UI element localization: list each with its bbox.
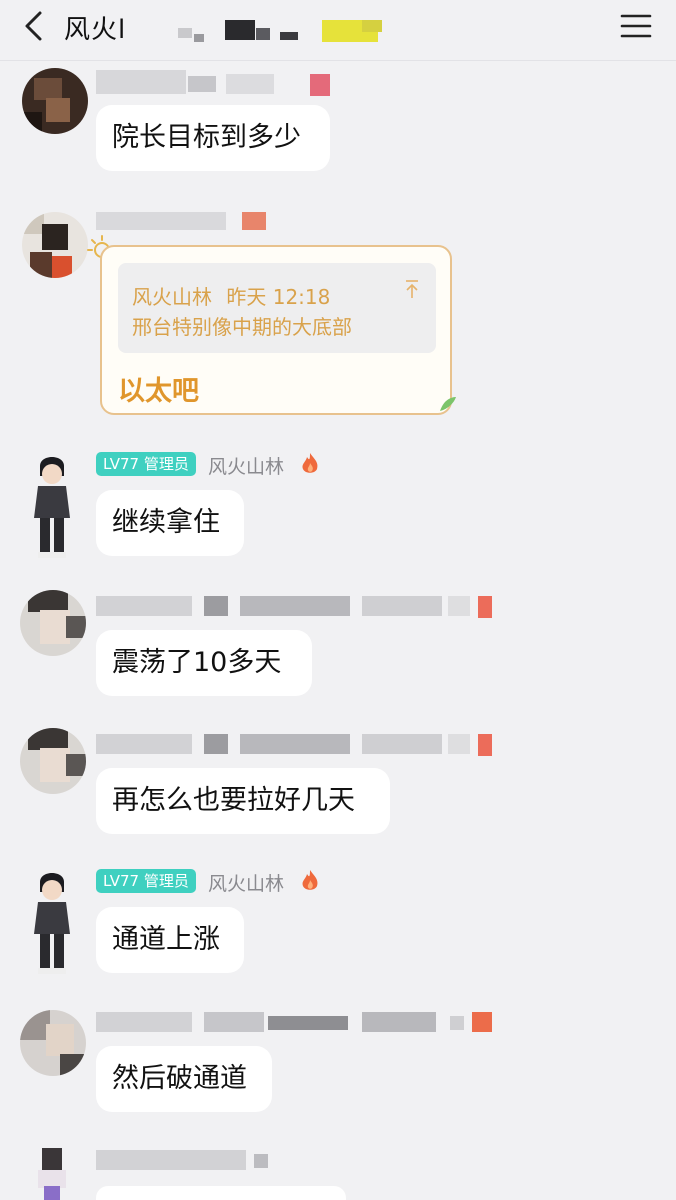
quoted-time: 昨天 12:18 xyxy=(226,285,331,309)
avatar[interactable] xyxy=(20,1010,86,1076)
avatar[interactable] xyxy=(22,68,88,134)
message-bubble[interactable]: 通道上涨 xyxy=(96,907,244,973)
avatar[interactable] xyxy=(22,212,88,278)
quoted-sender: 风火山林 xyxy=(132,285,212,309)
message-bubble[interactable]: 院长目标到多少 xyxy=(96,105,330,171)
reply-message-card[interactable]: 风火山林 昨天 12:18 邢台特别像中期的大底部 以太吧 xyxy=(100,245,456,415)
message-bubble[interactable] xyxy=(96,1186,346,1200)
quoted-text: 邢台特别像中期的大底部 xyxy=(132,315,352,339)
message-bubble[interactable]: 然后破通道 xyxy=(96,1046,272,1112)
chevron-left-icon[interactable] xyxy=(20,10,50,42)
sender-name[interactable]: 风火山林 xyxy=(208,452,284,479)
avatar[interactable] xyxy=(20,590,86,656)
avatar[interactable] xyxy=(28,1148,76,1200)
hamburger-menu-icon[interactable] xyxy=(620,13,652,39)
reply-text: 以太吧 xyxy=(118,376,199,407)
sender-name[interactable]: 风火山林 xyxy=(208,869,284,896)
quoted-header: 风火山林 昨天 12:18 xyxy=(132,281,330,310)
fire-icon xyxy=(302,870,318,890)
message-bubble[interactable]: 再怎么也要拉好几天 xyxy=(96,768,390,834)
level-badge: LV77 管理员 xyxy=(96,452,196,476)
chat-header: 风火l xyxy=(0,0,676,61)
avatar[interactable] xyxy=(28,452,76,560)
arrow-up-icon[interactable] xyxy=(404,279,420,299)
level-badge: LV77 管理员 xyxy=(96,869,196,893)
avatar[interactable] xyxy=(28,868,76,976)
message-bubble[interactable]: 震荡了10多天 xyxy=(96,630,312,696)
fire-icon xyxy=(302,453,318,473)
avatar[interactable] xyxy=(20,728,86,794)
message-bubble[interactable]: 继续拿住 xyxy=(96,490,244,556)
chat-title: 风火l xyxy=(64,15,127,45)
quoted-message[interactable]: 风火山林 昨天 12:18 邢台特别像中期的大底部 xyxy=(118,263,436,353)
leaf-decoration-icon xyxy=(440,397,456,411)
